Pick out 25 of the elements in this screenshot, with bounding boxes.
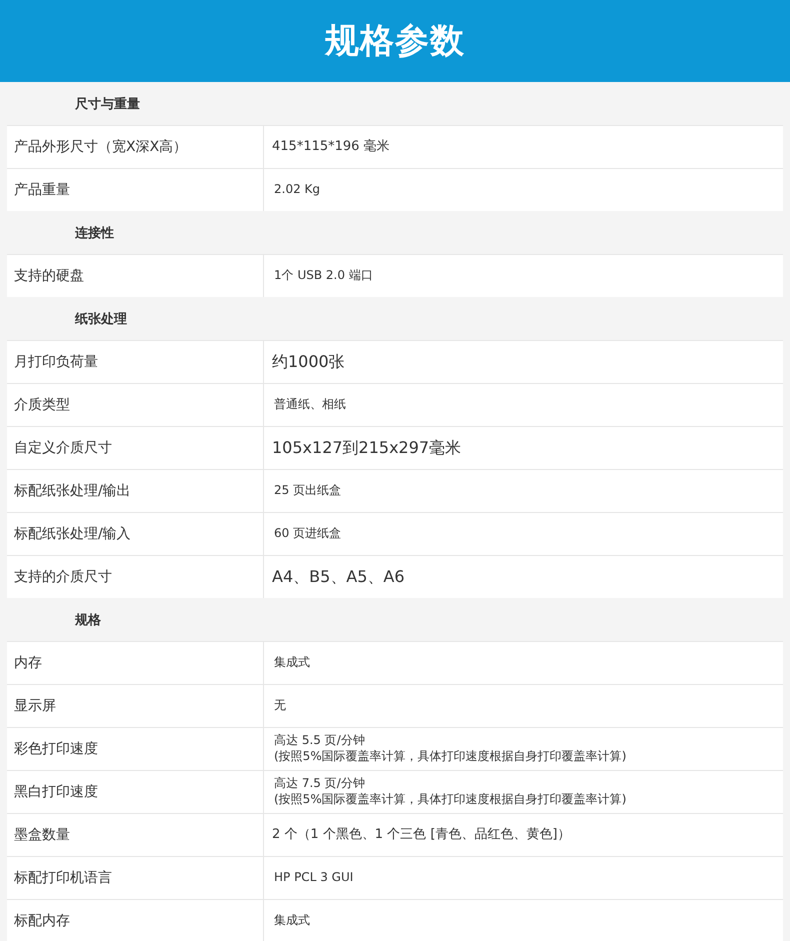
spec-label: 标配内存 (7, 900, 264, 941)
page-title: 规格参数 (325, 20, 465, 63)
section-title: 纸张处理 (75, 310, 127, 328)
spec-value: 无 (273, 697, 287, 714)
spec-label: 产品重量 (7, 169, 264, 211)
spec-value: HP PCL 3 GUI (273, 869, 354, 886)
section-title: 规格 (75, 612, 101, 628)
spec-value: 2 个（1 个黑色、1 个三色 [青色、品红色、黄色]） (271, 826, 572, 844)
section-title: 尺寸与重量 (75, 96, 140, 112)
spec-value: 高达 5.5 页/分钟 (按照5%国际覆盖率计算，具体打印速度根据自身打印覆盖率计算) (273, 732, 628, 765)
spec-value: 集成式 (273, 654, 311, 672)
spec-value: 105x127到215x297毫米 (271, 436, 462, 459)
spec-value: 2.02 Kg (273, 181, 322, 198)
spec-value: 集成式 (273, 912, 311, 930)
section-title: 连接性 (75, 224, 114, 242)
spec-label: 支持的硬盘 (7, 255, 264, 297)
spec-value: 高达 7.5 页/分钟 (按照5%国际覆盖率计算，具体打印速度根据自身打印覆盖率计算) (273, 775, 628, 808)
spec-value: 约1000张 (271, 350, 346, 373)
spec-value: 普通纸、相纸 (273, 396, 347, 414)
spec-value: A4、B5、A5、A6 (271, 566, 406, 588)
spec-value: 1个 USB 2.0 端口 (273, 267, 374, 284)
spec-value: 25 页出纸盒 (273, 482, 342, 500)
spec-value: 415*115*196 毫米 (271, 138, 391, 156)
spec-value: 60 页进纸盒 (273, 525, 342, 542)
spec-label: 支持的介质尺寸 (7, 556, 264, 598)
